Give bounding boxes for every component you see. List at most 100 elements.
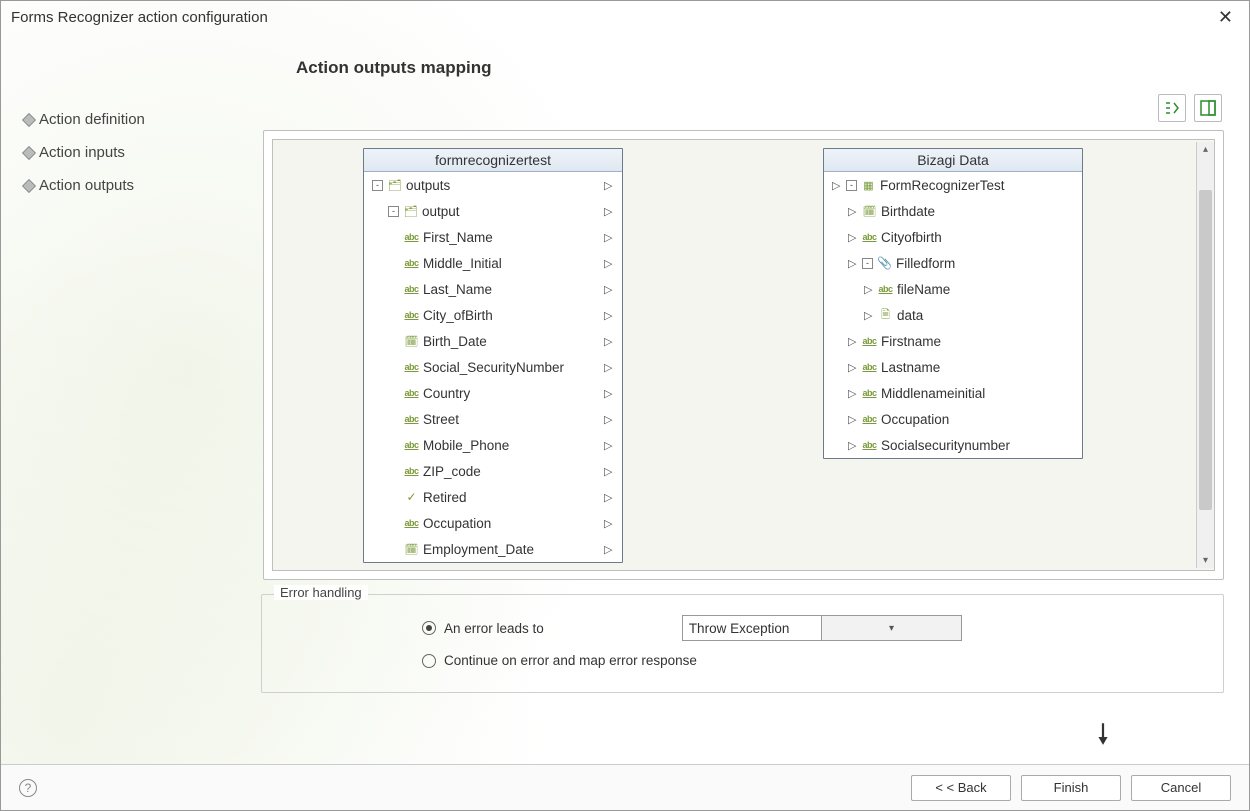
output-port-icon[interactable]: ▷ xyxy=(604,335,616,348)
node-label: Employment_Date xyxy=(423,542,534,557)
tree-node[interactable]: abcStreet▷ xyxy=(364,406,622,432)
output-port-icon[interactable]: ▷ xyxy=(604,491,616,504)
close-icon[interactable]: ✕ xyxy=(1212,5,1239,30)
tree-node[interactable]: ▷abcLastname xyxy=(824,354,1082,380)
input-port-icon[interactable]: ▷ xyxy=(848,439,860,452)
sidebar-item-action-inputs[interactable]: Action inputs xyxy=(21,136,261,169)
input-port-icon[interactable]: ▷ xyxy=(832,179,844,192)
abc-icon: abc xyxy=(404,386,419,401)
tree-node[interactable]: abc Middle_Initial ▷ xyxy=(364,250,622,276)
tree-node[interactable]: ▷abcSocialsecuritynumber xyxy=(824,432,1082,458)
cancel-button[interactable]: Cancel xyxy=(1131,775,1231,801)
tree-node[interactable]: ▷🗎data xyxy=(824,302,1082,328)
tree-node[interactable]: abcOccupation▷ xyxy=(364,510,622,536)
output-port-icon[interactable]: ▷ xyxy=(604,361,616,374)
back-button[interactable]: < < Back xyxy=(911,775,1011,801)
tree-node[interactable]: ▷abcfileName xyxy=(824,276,1082,302)
tree-node[interactable]: abcLast_Name▷ xyxy=(364,276,622,302)
input-port-icon[interactable]: ▷ xyxy=(848,257,860,270)
input-port-icon[interactable]: ▷ xyxy=(848,361,860,374)
output-port-icon[interactable]: ▷ xyxy=(604,517,616,530)
radio-label: An error leads to xyxy=(444,621,544,636)
output-port-icon[interactable]: ▷ xyxy=(604,543,616,556)
input-port-icon[interactable]: ▷ xyxy=(848,335,860,348)
tree-node[interactable]: 🗓Employment_Date▷ xyxy=(364,536,622,562)
expand-toggle[interactable]: - xyxy=(862,258,873,269)
input-port-icon[interactable]: ▷ xyxy=(848,387,860,400)
tree-node[interactable]: ▷abcCityofbirth xyxy=(824,224,1082,250)
finish-button[interactable]: Finish xyxy=(1021,775,1121,801)
input-port-icon[interactable]: ▷ xyxy=(864,309,876,322)
output-port-icon[interactable]: ▷ xyxy=(604,231,616,244)
input-port-icon[interactable]: ▷ xyxy=(864,283,876,296)
sidebar-item-label: Action outputs xyxy=(39,177,134,194)
tree-node[interactable]: 🗓Birth_Date▷ xyxy=(364,328,622,354)
error-legend: Error handling xyxy=(274,585,368,600)
output-port-icon[interactable]: ▷ xyxy=(604,205,616,218)
layout-icon[interactable] xyxy=(1194,94,1222,122)
sidebar-item-label: Action definition xyxy=(39,111,145,128)
abc-icon: abc xyxy=(404,282,419,297)
output-port-icon[interactable]: ▷ xyxy=(604,179,616,192)
node-label: FormRecognizerTest xyxy=(880,178,1005,193)
mapping-canvas[interactable]: formrecognizertest -🗂outputs▷-🗂output▷ab… xyxy=(272,139,1215,571)
node-label: Retired xyxy=(423,490,467,505)
chevron-down-icon[interactable]: ▾ xyxy=(821,616,961,640)
radio-continue-on-error[interactable] xyxy=(422,654,436,668)
node-label: Middlenameinitial xyxy=(881,386,985,401)
node-label: Street xyxy=(423,412,459,427)
input-port-icon[interactable]: ▷ xyxy=(848,413,860,426)
tree-node[interactable]: ▷abc Middlenameinitial xyxy=(824,380,1082,406)
tree-node[interactable]: ▷🗓Birthdate xyxy=(824,198,1082,224)
source-panel-title: formrecognizertest xyxy=(364,149,622,172)
abc-icon: abc xyxy=(404,256,419,271)
tree-node[interactable]: abcZIP_code▷ xyxy=(364,458,622,484)
node-label: Socialsecuritynumber xyxy=(881,438,1010,453)
tree-node[interactable]: ▷abcFirstname xyxy=(824,328,1082,354)
source-panel: formrecognizertest -🗂outputs▷-🗂output▷ab… xyxy=(363,148,623,563)
output-port-icon[interactable]: ▷ xyxy=(604,257,616,270)
output-port-icon[interactable]: ▷ xyxy=(604,439,616,452)
output-port-icon[interactable]: ▷ xyxy=(604,387,616,400)
scrollbar-thumb[interactable] xyxy=(1199,190,1212,510)
output-port-icon[interactable]: ▷ xyxy=(604,309,616,322)
tree-node[interactable]: abcMobile_Phone▷ xyxy=(364,432,622,458)
tree-node[interactable]: abcCity_ofBirth▷ xyxy=(364,302,622,328)
tree-node[interactable]: ▷-📎Filledform xyxy=(824,250,1082,276)
wizard-sidebar: Action definition Action inputs Action o… xyxy=(1,38,261,767)
expand-toggle[interactable]: - xyxy=(372,180,383,191)
expand-toggle[interactable]: - xyxy=(388,206,399,217)
doc-icon: 🗎 xyxy=(878,308,893,323)
radio-label: Continue on error and map error response xyxy=(444,653,697,668)
tree-node[interactable]: ✓Retired▷ xyxy=(364,484,622,510)
help-icon[interactable]: ? xyxy=(19,779,37,797)
sidebar-item-action-definition[interactable]: Action definition xyxy=(21,103,261,136)
radio-error-leads-to[interactable] xyxy=(422,621,436,635)
input-port-icon[interactable]: ▷ xyxy=(848,231,860,244)
node-label: fileName xyxy=(897,282,950,297)
abc-icon: abc xyxy=(404,230,419,245)
output-port-icon[interactable]: ▷ xyxy=(604,413,616,426)
output-port-icon[interactable]: ▷ xyxy=(604,465,616,478)
abc-icon: abc xyxy=(862,412,877,427)
expand-toggle[interactable]: - xyxy=(846,180,857,191)
auto-map-icon[interactable] xyxy=(1158,94,1186,122)
tree-node[interactable]: ▷-▦FormRecognizerTest xyxy=(824,172,1082,198)
combo-value: Throw Exception xyxy=(683,621,822,636)
input-port-icon[interactable]: ▷ xyxy=(848,205,860,218)
tree-node[interactable]: -🗂output▷ xyxy=(364,198,622,224)
vertical-scrollbar[interactable]: ▴ ▾ xyxy=(1196,142,1214,568)
abc-icon: abc xyxy=(862,386,877,401)
node-label: Middle_Initial xyxy=(423,256,502,271)
tree-node[interactable]: abcSocial_SecurityNumber▷ xyxy=(364,354,622,380)
window-title: Forms Recognizer action configuration xyxy=(11,9,268,26)
tree-node[interactable]: ▷abcOccupation xyxy=(824,406,1082,432)
tree-node[interactable]: abcFirst_Name▷ xyxy=(364,224,622,250)
date-icon: 🗓 xyxy=(404,334,419,349)
tree-node[interactable]: abcCountry▷ xyxy=(364,380,622,406)
error-action-select[interactable]: Throw Exception ▾ xyxy=(682,615,962,641)
output-port-icon[interactable]: ▷ xyxy=(604,283,616,296)
sidebar-item-action-outputs[interactable]: Action outputs xyxy=(21,169,261,202)
tree-node[interactable]: -🗂outputs▷ xyxy=(364,172,622,198)
diamond-icon xyxy=(23,114,34,125)
